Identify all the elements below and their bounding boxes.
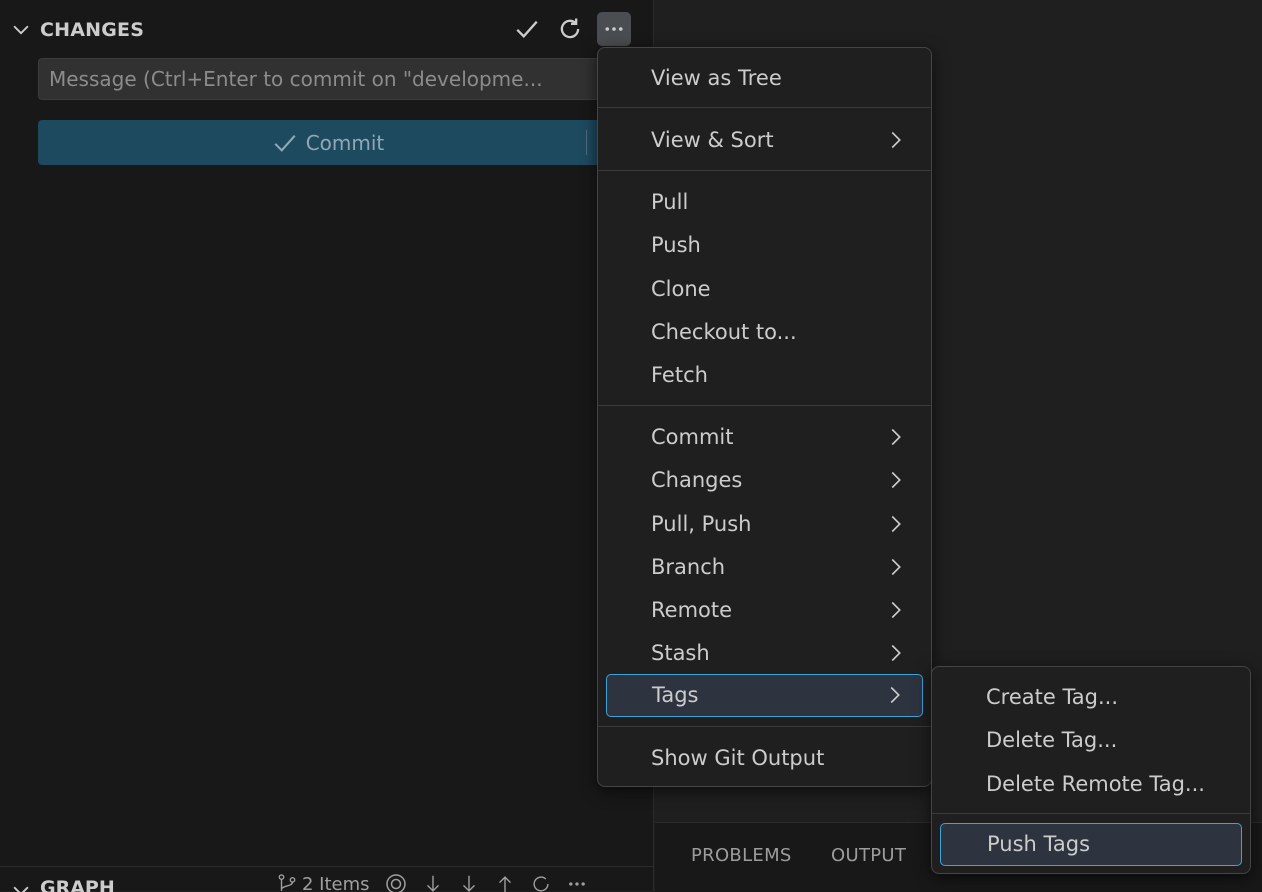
chevron-right-icon	[887, 470, 905, 490]
chevron-right-icon	[887, 557, 905, 577]
changes-section-header[interactable]: CHANGES	[0, 10, 654, 48]
menu-separator	[598, 170, 931, 171]
menu-separator	[598, 726, 931, 727]
check-icon	[514, 16, 540, 42]
commit-button[interactable]: Commit	[38, 120, 618, 165]
commit-button-divider	[586, 130, 587, 155]
menu-item-stash[interactable]: Stash	[606, 632, 923, 675]
menu-item-clone[interactable]: Clone	[606, 268, 923, 311]
menu-item-label: View as Tree	[651, 66, 782, 90]
check-icon	[272, 130, 298, 156]
chevron-right-icon	[887, 643, 905, 663]
menu-item-label: Remote	[651, 598, 732, 622]
menu-item-label: Delete Remote Tag...	[986, 772, 1205, 796]
items-count-label: 2 Items	[302, 874, 370, 892]
graph-title: GRAPH	[40, 877, 115, 892]
commit-button-label: Commit	[306, 131, 385, 155]
graph-section-header[interactable]: GRAPH 2 Items	[0, 866, 654, 892]
menu-item-delete-remote-tag[interactable]: Delete Remote Tag...	[940, 763, 1242, 806]
menu-item-label: Stash	[651, 641, 710, 665]
chevron-down-icon[interactable]	[10, 18, 32, 40]
source-control-sidebar: CHANGES Commit GRAPH 2 Items	[0, 0, 654, 891]
menu-item-label: Push Tags	[987, 832, 1090, 856]
menu-item-commit[interactable]: Commit	[606, 416, 923, 459]
fetch-icon[interactable]	[422, 873, 444, 892]
source-branch-icon	[276, 873, 298, 892]
menu-item-label: Checkout to...	[651, 320, 797, 344]
commit-check-button[interactable]	[510, 12, 544, 46]
menu-item-fetch[interactable]: Fetch	[606, 354, 923, 397]
refresh-icon	[557, 16, 583, 42]
tags-submenu: Create Tag... Delete Tag... Delete Remot…	[931, 666, 1251, 874]
graph-toolbar: 2 Items	[276, 872, 588, 892]
more-actions-menu: View as Tree View & Sort Pull Push Clone…	[597, 47, 932, 787]
menu-separator	[598, 405, 931, 406]
chevron-right-icon	[886, 685, 904, 705]
menu-item-label: Show Git Output	[651, 746, 824, 770]
menu-item-view-and-sort[interactable]: View & Sort	[606, 119, 923, 162]
menu-separator	[932, 813, 1250, 814]
menu-item-label: Create Tag...	[986, 685, 1118, 709]
menu-item-push[interactable]: Push	[606, 224, 923, 267]
menu-item-branch[interactable]: Branch	[606, 546, 923, 589]
chevron-right-icon	[887, 130, 905, 150]
chevron-right-icon	[887, 514, 905, 534]
menu-item-label: Branch	[651, 555, 725, 579]
menu-item-label: Fetch	[651, 363, 708, 387]
chevron-down-icon[interactable]	[10, 879, 32, 892]
menu-item-label: Tags	[652, 683, 699, 707]
menu-item-remote[interactable]: Remote	[606, 589, 923, 632]
chevron-right-icon	[887, 427, 905, 447]
menu-item-delete-tag[interactable]: Delete Tag...	[940, 719, 1242, 762]
menu-item-changes[interactable]: Changes	[606, 459, 923, 502]
tab-problems[interactable]: PROBLEMS	[691, 845, 792, 866]
menu-item-label: Changes	[651, 468, 742, 492]
menu-item-create-tag[interactable]: Create Tag...	[940, 676, 1242, 719]
branch-items-indicator[interactable]: 2 Items	[276, 873, 370, 892]
refresh-button[interactable]	[553, 12, 587, 46]
commit-message-input[interactable]	[38, 58, 618, 100]
menu-item-pull[interactable]: Pull	[606, 181, 923, 224]
menu-item-tags[interactable]: Tags	[606, 674, 923, 717]
menu-separator	[598, 107, 931, 108]
menu-item-view-as-tree[interactable]: View as Tree	[606, 57, 923, 100]
pull-icon[interactable]	[458, 873, 480, 892]
menu-item-label: Pull	[651, 190, 688, 214]
ellipsis-icon[interactable]	[566, 873, 588, 892]
push-icon[interactable]	[494, 873, 516, 892]
target-icon[interactable]	[384, 872, 408, 892]
tab-output[interactable]: OUTPUT	[831, 845, 906, 866]
menu-item-pull-push[interactable]: Pull, Push	[606, 503, 923, 546]
menu-item-show-git-output[interactable]: Show Git Output	[606, 737, 923, 780]
menu-item-label: Push	[651, 233, 701, 257]
menu-item-label: Commit	[651, 425, 734, 449]
menu-item-checkout-to[interactable]: Checkout to...	[606, 311, 923, 354]
more-actions-button[interactable]	[597, 12, 631, 46]
menu-item-label: Clone	[651, 277, 711, 301]
menu-item-push-tags[interactable]: Push Tags	[940, 823, 1242, 866]
menu-item-label: View & Sort	[651, 128, 774, 152]
section-title: CHANGES	[40, 19, 144, 41]
refresh-icon[interactable]	[530, 873, 552, 892]
menu-item-label: Pull, Push	[651, 512, 751, 536]
menu-item-label: Delete Tag...	[986, 728, 1117, 752]
ellipsis-icon	[602, 17, 626, 41]
chevron-right-icon	[887, 600, 905, 620]
